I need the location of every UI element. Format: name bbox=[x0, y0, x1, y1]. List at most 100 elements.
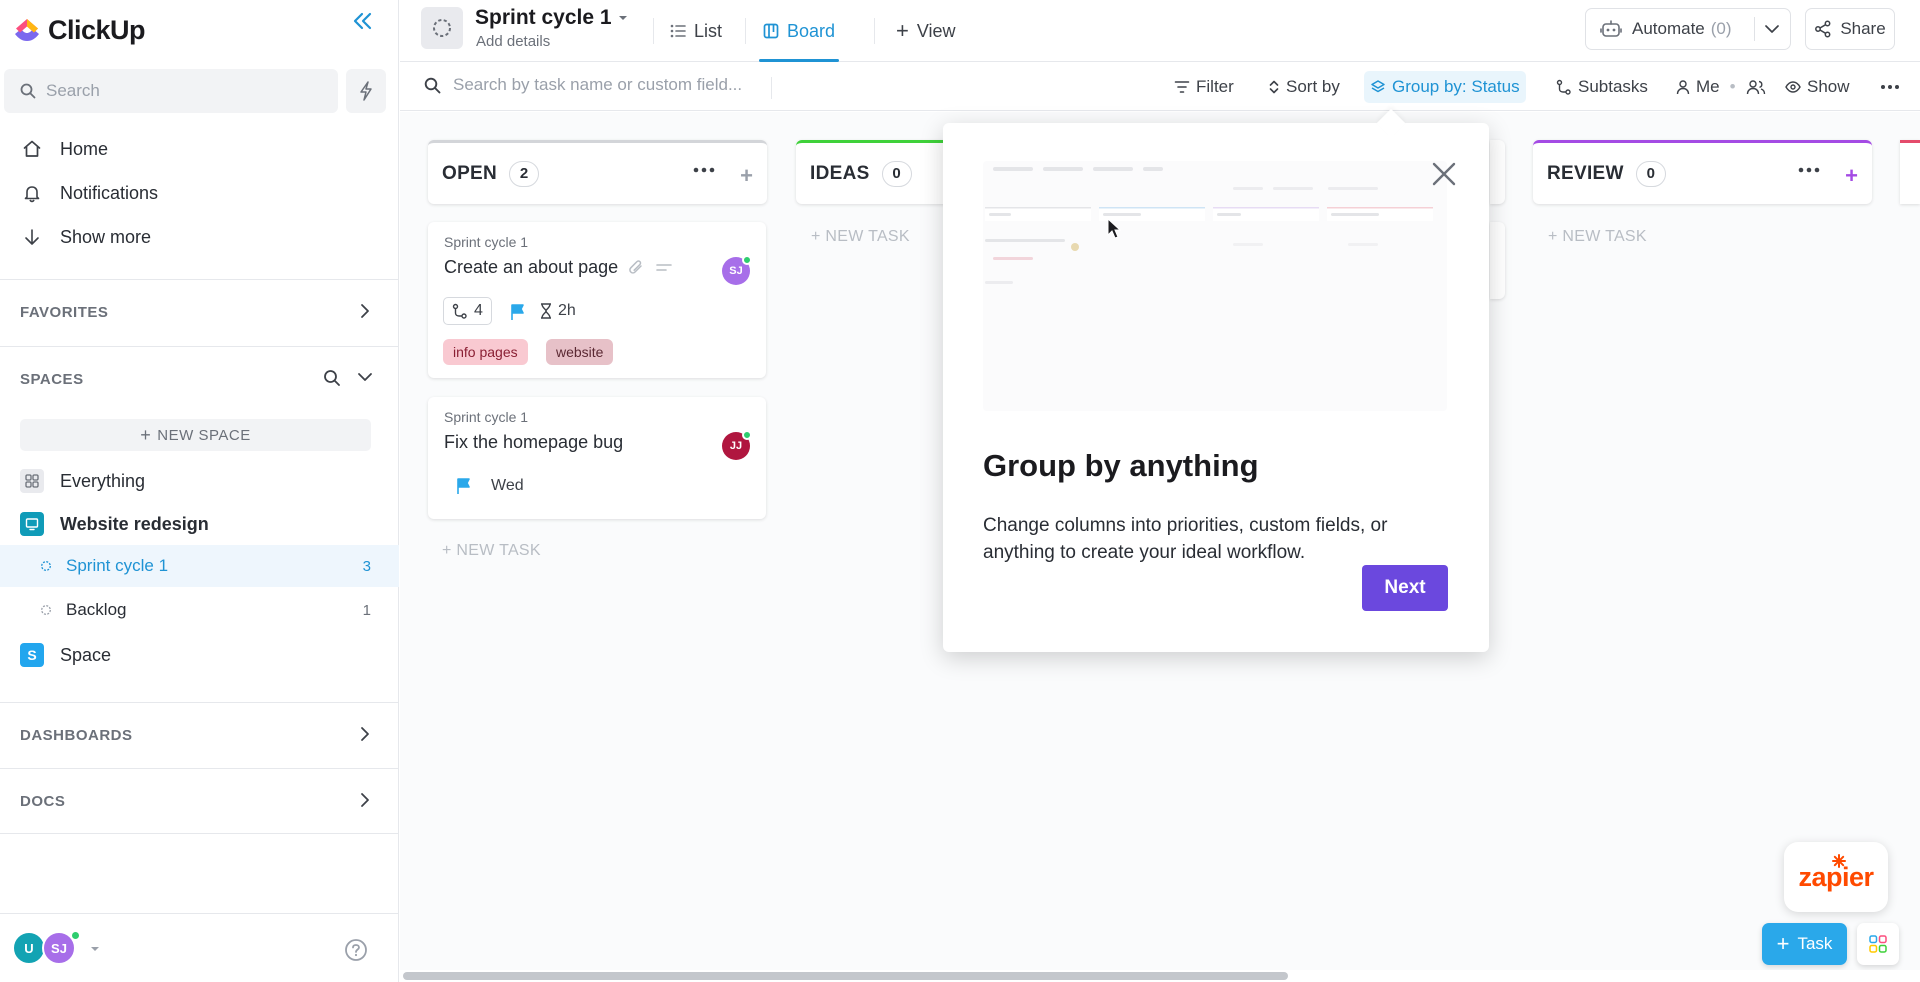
apps-button[interactable] bbox=[1857, 923, 1899, 965]
priority-flag-icon[interactable] bbox=[456, 477, 472, 495]
clickup-logo-icon bbox=[15, 19, 39, 41]
list-sprint-cycle-1[interactable]: Sprint cycle 1 3 bbox=[0, 545, 399, 587]
spaces-label: SPACES bbox=[20, 371, 84, 388]
close-icon[interactable] bbox=[1429, 159, 1459, 189]
card-list-name: Sprint cycle 1 bbox=[444, 409, 529, 425]
dashboards-section[interactable]: DASHBOARDS bbox=[0, 702, 399, 768]
attachment-icon bbox=[629, 259, 642, 274]
card-title[interactable]: Fix the homepage bug bbox=[444, 432, 623, 453]
sort-button[interactable]: Sort by bbox=[1262, 71, 1346, 103]
list-icon-button[interactable] bbox=[421, 7, 463, 49]
space-website-redesign[interactable]: Website redesign bbox=[0, 503, 399, 545]
new-task-button[interactable]: + NEW TASK bbox=[442, 542, 541, 560]
group-by-button[interactable]: Group by: Status bbox=[1364, 71, 1526, 103]
task-card[interactable]: Sprint cycle 1 Create an about page SJ 4… bbox=[428, 222, 766, 378]
new-space-label: NEW SPACE bbox=[157, 426, 251, 444]
me-filter-button[interactable]: Me • bbox=[1670, 71, 1742, 103]
subtasks-button[interactable]: Subtasks bbox=[1550, 71, 1654, 103]
nav-notifications[interactable]: Notifications bbox=[20, 175, 158, 211]
time-estimate[interactable]: 2h bbox=[540, 302, 576, 320]
tab-board[interactable]: Board bbox=[758, 0, 840, 62]
column-open-header[interactable]: OPEN 2 + bbox=[428, 140, 767, 204]
favorites-section[interactable]: FAVORITES bbox=[0, 279, 399, 345]
dot-separator: • bbox=[1729, 77, 1736, 96]
help-icon[interactable] bbox=[344, 938, 368, 962]
card-title[interactable]: Create an about page bbox=[444, 257, 672, 278]
column-name: OPEN bbox=[442, 162, 498, 184]
search-icon bbox=[324, 370, 340, 386]
sidebar-search-input[interactable]: Search bbox=[4, 69, 338, 113]
tab-list[interactable]: List bbox=[670, 0, 722, 62]
robot-icon bbox=[1600, 20, 1622, 37]
new-task-button[interactable]: + NEW TASK bbox=[811, 228, 910, 246]
task-search-input[interactable]: Search by task name or custom field... bbox=[424, 75, 742, 95]
dashboards-label: DASHBOARDS bbox=[20, 727, 133, 744]
horizontal-scrollbar[interactable] bbox=[400, 970, 1920, 982]
task-card[interactable]: Sprint cycle 1 Fix the homepage bug JJ W… bbox=[428, 397, 766, 519]
new-space-button[interactable]: + NEW SPACE bbox=[20, 419, 371, 451]
grid-icon bbox=[20, 469, 44, 493]
priority-flag-icon[interactable] bbox=[510, 303, 526, 321]
tag-chip[interactable]: info pages bbox=[443, 339, 528, 365]
share-button[interactable]: Share bbox=[1805, 8, 1895, 50]
more-options-button[interactable] bbox=[1874, 71, 1906, 103]
add-task-plus-icon[interactable]: + bbox=[1845, 163, 1858, 189]
nav-home-label: Home bbox=[60, 138, 109, 159]
scrollbar-thumb[interactable] bbox=[403, 972, 1288, 980]
search-icon bbox=[20, 83, 36, 99]
ellipsis-icon[interactable] bbox=[693, 167, 715, 173]
spaces-collapse-button[interactable] bbox=[357, 371, 373, 383]
list-backlog[interactable]: Backlog 1 bbox=[0, 589, 399, 631]
due-date[interactable]: Wed bbox=[491, 477, 524, 495]
ellipsis-icon[interactable] bbox=[1798, 167, 1820, 173]
add-task-plus-icon[interactable]: + bbox=[740, 163, 753, 189]
asterisk-icon bbox=[1832, 854, 1846, 868]
avatar-u[interactable]: U bbox=[12, 931, 46, 965]
divider bbox=[874, 18, 875, 44]
new-task-button[interactable]: + NEW TASK bbox=[1548, 228, 1647, 246]
board-view-icon bbox=[763, 23, 779, 39]
space-everything[interactable]: Everything bbox=[0, 460, 399, 502]
task-fab-label: Task bbox=[1797, 934, 1833, 953]
filter-button[interactable]: Filter bbox=[1168, 71, 1240, 103]
divider bbox=[745, 18, 746, 44]
automate-button[interactable]: Automate (0) bbox=[1585, 8, 1791, 50]
subtasks-chip[interactable]: 4 bbox=[443, 297, 492, 325]
group-by-tour-popover: Group by anything Change columns into pr… bbox=[943, 108, 1489, 652]
logo[interactable]: ClickUp bbox=[12, 10, 392, 50]
nav-notifications-label: Notifications bbox=[60, 182, 159, 203]
list-view-icon bbox=[670, 24, 686, 38]
quick-actions-button[interactable] bbox=[346, 69, 386, 113]
spaces-search-button[interactable] bbox=[323, 369, 341, 387]
collapse-sidebar-button[interactable] bbox=[348, 6, 378, 36]
list-status-icon bbox=[41, 605, 51, 615]
space-space[interactable]: S Space bbox=[0, 634, 399, 676]
task-search-placeholder: Search by task name or custom field... bbox=[453, 75, 743, 94]
nav-show-more[interactable]: Show more bbox=[20, 219, 151, 255]
space-space-label: Space bbox=[60, 644, 112, 665]
column-review-header[interactable]: REVIEW 0 + bbox=[1533, 140, 1872, 204]
add-details-link[interactable]: Add details bbox=[476, 33, 550, 50]
chevron-down-icon[interactable] bbox=[1764, 23, 1780, 35]
column-name: REVIEW bbox=[1547, 162, 1624, 184]
tag-chip[interactable]: website bbox=[546, 339, 614, 365]
show-button[interactable]: Show bbox=[1779, 71, 1856, 103]
card-assignee-avatar[interactable]: SJ bbox=[722, 255, 752, 285]
list-title[interactable]: Sprint cycle 1 bbox=[475, 6, 628, 30]
mouse-cursor-icon bbox=[1107, 218, 1121, 239]
add-view-button[interactable]: + View bbox=[896, 0, 956, 62]
assignees-button[interactable] bbox=[1740, 71, 1772, 103]
spaces-section[interactable]: SPACES bbox=[0, 346, 399, 412]
nav-home[interactable]: Home bbox=[20, 131, 108, 167]
online-indicator bbox=[742, 430, 752, 440]
column-header[interactable] bbox=[1900, 140, 1920, 204]
list-task-count: 1 bbox=[362, 601, 371, 619]
next-button[interactable]: Next bbox=[1362, 565, 1448, 611]
subtasks-count: 4 bbox=[474, 302, 483, 319]
divider bbox=[653, 18, 654, 44]
caret-down-icon[interactable] bbox=[90, 945, 100, 953]
zapier-button[interactable]: zapier bbox=[1784, 842, 1888, 912]
card-assignee-avatar[interactable]: JJ bbox=[722, 430, 752, 460]
docs-section[interactable]: DOCS bbox=[0, 768, 399, 834]
new-task-fab[interactable]: + Task bbox=[1762, 923, 1847, 965]
